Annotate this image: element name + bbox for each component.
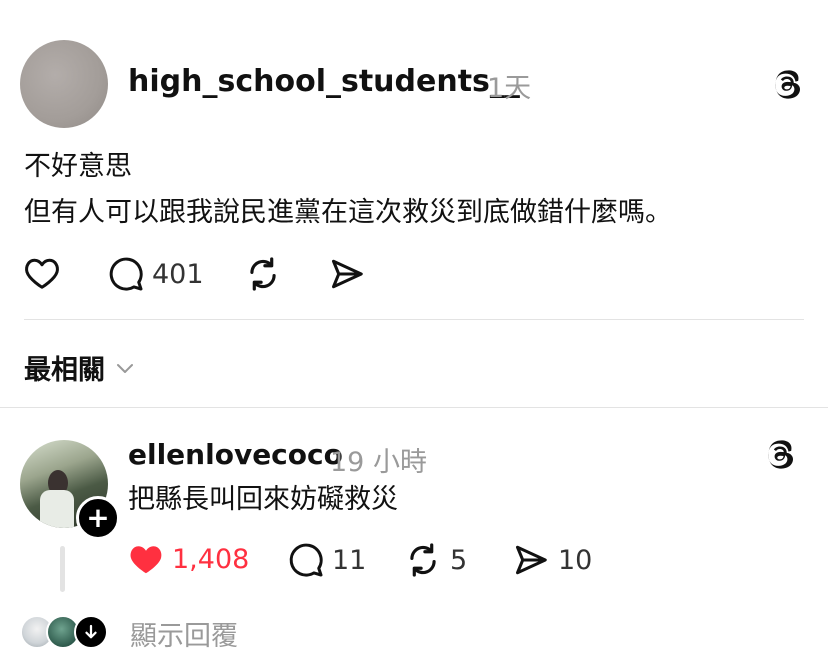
reply-share-button[interactable]: 10 bbox=[512, 542, 592, 578]
threads-logo-icon[interactable] bbox=[769, 67, 803, 101]
comment-icon bbox=[289, 543, 323, 577]
reply-comment-count: 11 bbox=[332, 544, 367, 576]
arrow-down-icon bbox=[85, 624, 97, 639]
post-text-line-2: 但有人可以跟我說民進黨在這次救災到底做錯什麼嗎。 bbox=[24, 197, 672, 228]
reply-username[interactable]: ellenlovecoco bbox=[128, 438, 343, 471]
reply-comment-button[interactable]: 11 bbox=[288, 542, 366, 578]
sort-label: 最相關 bbox=[24, 355, 105, 386]
repost-icon[interactable] bbox=[244, 255, 282, 293]
comment-count: 401 bbox=[152, 258, 204, 290]
thread-connector-line bbox=[60, 546, 65, 592]
comment-icon bbox=[109, 257, 143, 291]
reply-share-count: 10 bbox=[558, 544, 593, 576]
reply-timestamp: 19 小時 bbox=[330, 447, 427, 478]
like-count: 1,408 bbox=[172, 543, 250, 575]
reply-text: 把縣長叫回來妨礙救災 bbox=[128, 484, 398, 515]
post-text-line-1: 不好意思 bbox=[24, 151, 132, 182]
replier-avatars[interactable] bbox=[20, 615, 110, 649]
post-username[interactable]: high_school_students__ bbox=[128, 64, 520, 99]
post-divider bbox=[24, 319, 804, 320]
show-replies-link[interactable]: 顯示回覆 bbox=[130, 614, 238, 653]
heart-icon[interactable] bbox=[24, 256, 60, 290]
threads-logo-icon[interactable] bbox=[762, 437, 796, 471]
section-divider bbox=[0, 407, 828, 408]
reply-repost-button[interactable]: 5 bbox=[404, 541, 467, 579]
post-author-avatar[interactable] bbox=[20, 40, 108, 128]
share-icon[interactable] bbox=[328, 256, 366, 292]
chevron-down-icon bbox=[117, 363, 133, 373]
follow-plus-button[interactable]: + bbox=[76, 496, 120, 540]
expand-replies-button[interactable] bbox=[74, 615, 108, 649]
heart-filled-icon bbox=[130, 546, 162, 574]
post-timestamp: 1天 bbox=[487, 73, 532, 104]
repost-icon bbox=[410, 543, 436, 577]
share-icon bbox=[516, 545, 547, 575]
like-button[interactable]: 1,408 bbox=[128, 542, 249, 576]
sort-dropdown[interactable]: 最相關 bbox=[24, 348, 137, 387]
reply-repost-count: 5 bbox=[450, 544, 468, 576]
comment-button[interactable]: 401 bbox=[108, 256, 204, 292]
